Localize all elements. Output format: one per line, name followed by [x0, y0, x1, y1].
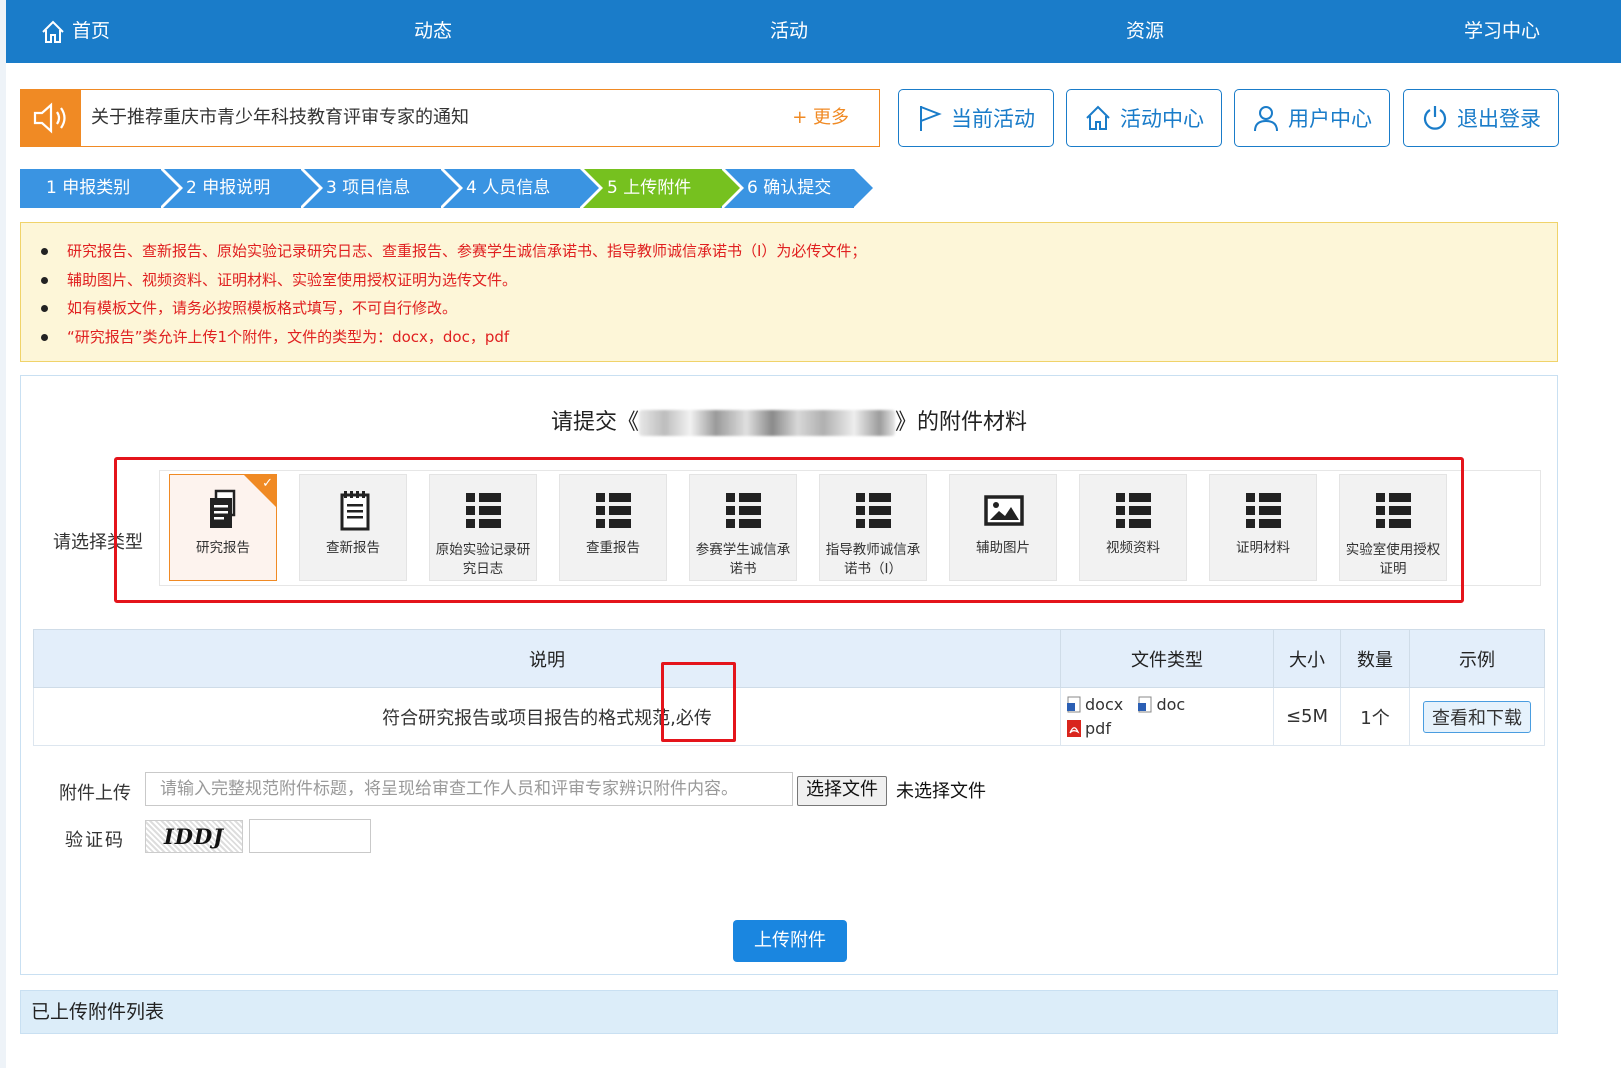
row-example: 查看和下载	[1409, 687, 1545, 746]
col-header-size: 大小	[1273, 629, 1341, 688]
tip-item: 如有模板文件，请务必按照模板格式填写，不可自行修改。	[41, 294, 1557, 323]
top-nav: 首页 动态 活动 资源 学习中心	[6, 0, 1621, 63]
notice-more-link[interactable]: + 更多	[792, 90, 849, 146]
nav-activity[interactable]: 活动	[770, 0, 808, 63]
user-center-button[interactable]: 用户中心	[1234, 89, 1390, 147]
activity-center-button[interactable]: 活动中心	[1066, 89, 1222, 147]
row-count: 1个	[1340, 687, 1410, 746]
filetype-docx: docx	[1085, 694, 1124, 714]
current-activity-button[interactable]: 当前活动	[898, 89, 1054, 147]
step-1: 1 申报类别	[20, 166, 183, 210]
captcha-input[interactable]	[249, 819, 371, 853]
attachment-panel: 请提交《 》的附件材料 请选择类型 研究报告 ✓ 查新报告 原始实验记录研究日志 …	[20, 375, 1558, 975]
redacted-project-name	[639, 410, 895, 436]
upload-label: 附件上传	[59, 783, 131, 804]
nav-learning-center[interactable]: 学习中心	[1464, 0, 1540, 63]
word-file-icon	[1067, 696, 1081, 712]
speaker-icon	[21, 90, 81, 146]
logout-label: 退出登录	[1457, 107, 1541, 131]
panel-title-suffix: 》的附件材料	[895, 410, 1028, 435]
required-highlight	[661, 662, 736, 742]
user-center-label: 用户中心	[1288, 107, 1372, 131]
captcha-image[interactable]: IDDJ	[145, 820, 243, 853]
pdf-file-icon	[1067, 719, 1081, 737]
panel-title-prefix: 请提交《	[550, 410, 639, 435]
filetype-pdf: pdf	[1085, 718, 1111, 738]
view-download-button[interactable]: 查看和下载	[1423, 700, 1531, 733]
table-row: 符合研究报告或项目报告的格式规范,必传 docx doc pdf ≤5M 1个 …	[33, 687, 1545, 746]
step-2-label: 2 申报说明	[186, 178, 271, 198]
current-activity-label: 当前活动	[951, 107, 1035, 131]
col-header-filetype: 文件类型	[1060, 629, 1274, 688]
tip-item: 辅助图片、视频资料、证明材料、实验室使用授权证明为选传文件。	[41, 266, 1557, 295]
step-4-label: 4 人员信息	[466, 178, 551, 198]
type-selection-highlight	[114, 457, 1464, 603]
upload-attachment-button[interactable]: 上传附件	[733, 920, 847, 962]
power-icon	[1423, 106, 1447, 130]
upload-tips: 研究报告、查新报告、原始实验记录研究日志、查重报告、参赛学生诚信承诺书、指导教师…	[20, 222, 1558, 362]
panel-title: 请提交《 》的附件材料	[21, 404, 1557, 436]
col-header-example: 示例	[1409, 629, 1545, 688]
captcha-label: 验证码	[65, 830, 125, 851]
flag-icon	[920, 106, 942, 131]
row-filetypes: docx doc pdf	[1060, 687, 1274, 746]
nav-news[interactable]: 动态	[414, 0, 452, 63]
step-5-label: 5 上传附件	[607, 178, 692, 198]
row-size: ≤5M	[1273, 687, 1341, 746]
attachment-title-input[interactable]: 请输入完整规范附件标题，将呈现给审查工作人员和评审专家辨识附件内容。	[145, 772, 793, 806]
notice-bar: 关于推荐重庆市青少年科技教育评审专家的通知 + 更多	[20, 89, 880, 147]
filetype-doc: doc	[1156, 694, 1186, 714]
home-icon	[42, 20, 64, 43]
step-3-label: 3 项目信息	[326, 178, 411, 198]
col-header-desc: 说明	[33, 629, 1061, 688]
tip-item: 研究报告、查新报告、原始实验记录研究日志、查重报告、参赛学生诚信承诺书、指导教师…	[41, 237, 1557, 266]
home-icon	[1086, 105, 1110, 130]
nav-resources[interactable]: 资源	[1126, 0, 1164, 63]
page-left-edge	[0, 0, 6, 1068]
nav-home-label: 首页	[72, 20, 111, 42]
col-header-count: 数量	[1340, 629, 1410, 688]
tip-item: “研究报告”类允许上传1个附件，文件的类型为：docx，doc，pdf	[41, 323, 1557, 352]
choose-file-button[interactable]: 选择文件	[797, 776, 887, 806]
activity-center-label: 活动中心	[1120, 107, 1204, 131]
uploaded-list-header: 已上传附件列表	[20, 990, 1558, 1034]
user-icon	[1254, 106, 1278, 132]
requirement-table: 说明 文件类型 大小 数量 示例 符合研究报告或项目报告的格式规范,必传 doc…	[33, 629, 1545, 746]
step-1-label: 1 申报类别	[46, 178, 131, 198]
nav-home[interactable]: 首页	[40, 0, 110, 63]
logout-button[interactable]: 退出登录	[1403, 89, 1559, 147]
word-file-icon	[1138, 696, 1152, 712]
no-file-text: 未选择文件	[896, 781, 986, 802]
row-desc: 符合研究报告或项目报告的格式规范,必传	[33, 687, 1061, 746]
notice-text[interactable]: 关于推荐重庆市青少年科技教育评审专家的通知	[91, 90, 469, 146]
step-6-label: 6 确认提交	[747, 178, 832, 198]
